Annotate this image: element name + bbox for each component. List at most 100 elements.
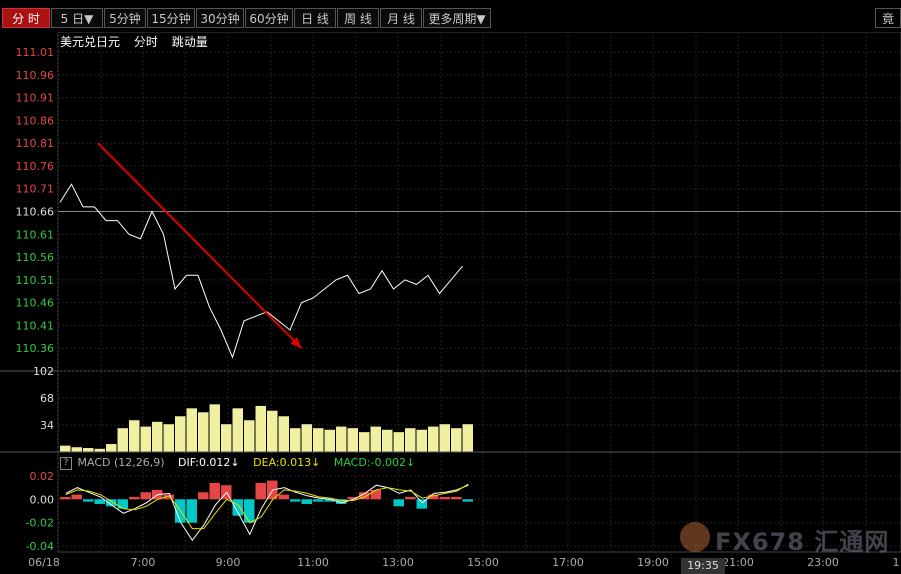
volume-bar <box>60 445 71 452</box>
macd-bar <box>244 499 255 523</box>
price-tick-label: 110.56 <box>16 251 55 264</box>
vol-tick-label: 68 <box>40 392 54 405</box>
macd-bar <box>140 492 151 500</box>
macd-bar <box>405 496 416 500</box>
macd-legend: ? MACD (12,26,9) DIF:0.012↓ DEA:0.013↓ M… <box>60 456 415 470</box>
volume-bar <box>267 410 278 452</box>
volume-bar <box>175 416 186 452</box>
x-tick-label: 1 <box>893 556 900 569</box>
price-tick-label: 110.86 <box>16 114 55 127</box>
price-chart[interactable]: 111.01 110.96 110.91 110.86 110.81 110.76 110.… <box>0 32 901 574</box>
volume-bar <box>290 428 301 452</box>
period-toolbar: 分 时5 日▼ 5分钟 15分钟 30分钟 60分钟日 线周 线月 线更多周期▼ 竟 <box>0 0 901 32</box>
volume-bar <box>313 428 324 452</box>
price-tick-label: 110.71 <box>16 183 55 196</box>
tab-6[interactable]: 日 线 <box>294 8 336 28</box>
volume-bar <box>451 428 462 452</box>
crosshair-time: 19:35 <box>681 558 725 574</box>
volume-bar <box>370 426 381 452</box>
macd-bar <box>313 499 324 502</box>
macd-bar <box>290 499 301 502</box>
macd-bar <box>198 492 209 500</box>
tab-5[interactable]: 60分钟 <box>245 8 293 28</box>
macd-bar <box>117 499 128 509</box>
volume-bar <box>163 424 174 452</box>
x-tick-label: 21:00 <box>722 556 754 569</box>
volume-bar <box>152 421 163 452</box>
volume-bar <box>359 432 370 452</box>
dif-value: DIF:0.012↓ <box>178 456 240 469</box>
macd-bar <box>186 499 197 523</box>
x-tick-label: 06/18 <box>28 556 60 569</box>
tab-3[interactable]: 15分钟 <box>147 8 195 28</box>
price-tick-label: 110.76 <box>16 160 55 173</box>
macd-bar <box>129 496 140 500</box>
macd-bar <box>60 496 71 500</box>
macd-bar <box>301 499 312 504</box>
volume-bar <box>462 424 473 452</box>
x-tick-label: 19:00 <box>637 556 669 569</box>
volume-bar <box>140 426 151 452</box>
volume-bar <box>255 405 266 452</box>
tab-0[interactable]: 分 时 <box>2 8 50 28</box>
volume-bar <box>347 428 358 452</box>
macd-bar <box>451 496 462 500</box>
vol-tick-label: 34 <box>40 419 54 432</box>
volume-bar <box>428 426 439 452</box>
macd-bar <box>278 494 289 500</box>
volume-bar <box>221 424 232 452</box>
macd-bar <box>94 499 105 504</box>
x-tick-label: 17:00 <box>552 556 584 569</box>
volume-bar <box>186 408 197 452</box>
x-tick-label: 9:00 <box>216 556 241 569</box>
volume-bar <box>416 429 427 452</box>
volume-bar <box>405 428 416 452</box>
volume-bar <box>106 444 117 452</box>
x-tick-label: 23:00 <box>807 556 839 569</box>
tab-2[interactable]: 5分钟 <box>104 8 146 28</box>
macd-tick-label: 0.00 <box>30 493 55 506</box>
volume-bar <box>198 412 209 452</box>
tab-8[interactable]: 月 线 <box>380 8 422 28</box>
macd-bar <box>370 489 381 500</box>
volume-bar <box>232 408 243 452</box>
right-toolbar-button[interactable]: 竟 <box>875 8 901 28</box>
tab-9[interactable]: 更多周期▼ <box>423 8 491 28</box>
x-tick-label: 7:00 <box>131 556 156 569</box>
tab-1[interactable]: 5 日▼ <box>51 8 103 28</box>
help-icon[interactable]: ? <box>60 456 72 470</box>
macd-tick-label: -0.04 <box>26 540 54 553</box>
price-tick-label: 110.91 <box>16 92 55 105</box>
macd-bar <box>255 482 266 500</box>
macd-value: MACD:-0.002↓ <box>333 456 416 469</box>
tab-4[interactable]: 30分钟 <box>196 8 244 28</box>
volume-bar <box>209 404 220 452</box>
price-tick-label: 110.51 <box>16 274 55 287</box>
x-tick-label: 11:00 <box>297 556 329 569</box>
price-tick-label: 110.46 <box>16 297 55 310</box>
volume-bar <box>382 429 393 452</box>
volume-bar <box>324 429 335 452</box>
x-tick-label: 15:00 <box>467 556 499 569</box>
volume-bar <box>278 416 289 452</box>
volume-bar <box>336 426 347 452</box>
price-tick-label: 110.81 <box>16 137 55 150</box>
vol-tick-label: 102 <box>33 365 54 378</box>
price-tick-label: 110.66 <box>16 206 55 219</box>
volume-bar <box>439 424 450 452</box>
macd-bar <box>439 496 450 500</box>
price-tick-label: 111.01 <box>16 46 55 59</box>
macd-label: MACD (12,26,9) <box>77 456 165 469</box>
macd-tick-label: -0.02 <box>26 517 54 530</box>
volume-bar <box>244 420 255 452</box>
macd-bar <box>462 499 473 502</box>
macd-bar <box>209 482 220 500</box>
macd-tick-label: 0.02 <box>30 470 55 483</box>
volume-bar <box>301 424 312 452</box>
volume-bar <box>393 432 404 452</box>
price-tick-label: 110.36 <box>16 342 55 355</box>
tab-7[interactable]: 周 线 <box>337 8 379 28</box>
price-tick-label: 110.61 <box>16 228 55 241</box>
watermark: FX678 汇通网 <box>715 528 890 556</box>
macd-bar <box>83 499 94 502</box>
